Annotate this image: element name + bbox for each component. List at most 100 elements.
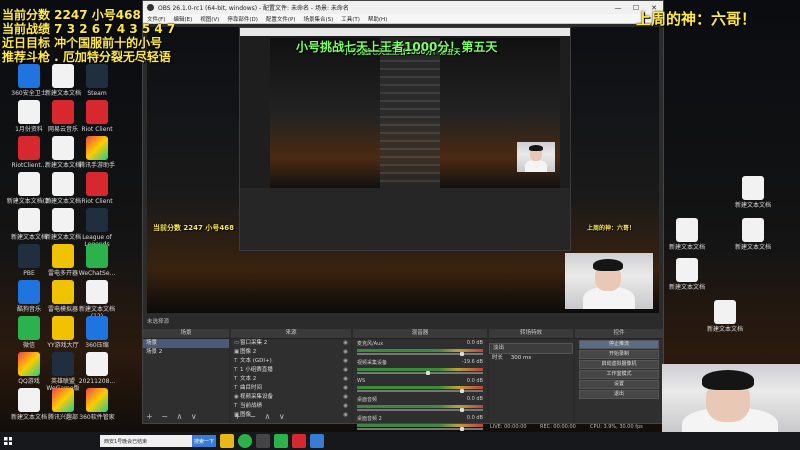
obs-status-cpu: CPU: 3.9%, 30.00 fps [590,424,643,430]
menu-item[interactable]: 配置文件(P) [266,15,296,23]
duration-value[interactable]: 300 ms [511,355,531,361]
netease-taskbar-icon[interactable] [292,434,306,448]
source-item[interactable]: T 当前战绩 ◉ [231,402,351,411]
desktop-icon[interactable]: Riot Client [74,172,120,205]
eye-icon[interactable]: ◉ [343,412,348,419]
obs-preview[interactable]: 当前分数 2247 小号468 上周的神：六哥！ 小号挑战七天上王者1000分！… [147,27,659,313]
shield-icon [18,64,40,88]
slider-handle[interactable] [460,389,465,393]
control-button[interactable]: 设置 [579,380,659,389]
sources-dock[interactable]: 来源 ▭窗口采集 2 ◉ ▣图像 2 ◉ T 文本 (GDI+) ◉ T 1 小组赛直播 ◉ T 文本… [231,329,351,423]
control-button[interactable]: 开始录制 [579,350,659,359]
obs-titlebar[interactable]: OBS 26.1.0-rc1 (64-bit, windows) - 配置文件:… [143,1,663,14]
taskbar-search-button[interactable]: 搜索一下 [192,435,216,447]
slider-handle[interactable] [460,427,465,431]
control-button[interactable]: 启动虚拟摄像机 [579,360,659,369]
eye-icon[interactable]: ◉ [343,385,348,392]
channel-db: 0.0 dB [466,378,483,384]
nested-titlebar [240,28,570,36]
eye-icon[interactable]: ◉ [343,340,348,347]
desktop-icon[interactable]: 新建文本文档 [730,218,776,251]
control-button[interactable]: 停止推流 [579,340,659,349]
transitions-dock[interactable]: 转场特效 淡出 时长 300 ms [489,329,573,423]
controls-dock[interactable]: 控件 停止推流 开始录制 启动虚拟摄像机 工作室模式 设置 退出 [575,329,663,423]
windows-icon [4,437,12,445]
desktop-icon-label: Riot Client [81,198,113,205]
control-button[interactable]: 退出 [579,390,659,399]
app-icon [86,388,108,412]
source-item[interactable]: ▣图像 2 ◉ [231,348,351,357]
volume-slider[interactable] [357,427,483,431]
eye-icon[interactable]: ◉ [343,376,348,383]
wechat-taskbar-icon[interactable] [274,434,288,448]
volume-slider[interactable] [357,371,483,375]
desktop-icon[interactable]: 新建文本文档 [664,218,710,251]
scene-item[interactable]: 场景 2 [143,348,229,357]
transition-select[interactable]: 淡出 [489,343,573,354]
file-explorer-icon[interactable] [220,434,234,448]
desktop-icon[interactable]: League of Legends [74,208,120,248]
desktop-icon[interactable]: 新建文本文档 [702,300,748,333]
wechat-icon [18,316,40,340]
transition-duration[interactable]: 时长 300 ms [489,354,573,363]
desktop-icon[interactable]: WeChatSe... [74,244,120,277]
browser-icon[interactable] [238,434,252,448]
volume-slider[interactable] [357,389,483,393]
doc-icon [714,300,736,324]
menu-item[interactable]: 场景集合(S) [303,15,333,23]
desktop-icon[interactable]: Steam [74,64,120,97]
app-taskbar-icon[interactable] [310,434,324,448]
obs-taskbar-icon[interactable] [256,434,270,448]
taskbar-search-input[interactable]: 西安1号晚会已结束 [100,435,192,447]
scene-tool-buttons[interactable]: + − ∧ ∨ [146,412,200,421]
obs-window[interactable]: OBS 26.1.0-rc1 (64-bit, windows) - 配置文件:… [142,0,664,431]
desktop-icon[interactable]: Riot Client [74,100,120,133]
slider-handle[interactable] [426,371,431,375]
menu-item[interactable]: 停靠部件(D) [227,15,258,23]
eye-icon[interactable]: ◉ [343,403,348,410]
eye-icon[interactable]: ◉ [343,349,348,356]
volume-slider[interactable] [357,408,483,412]
desktop-icon[interactable]: 新建文本文档 [730,176,776,209]
source-tool-buttons[interactable]: + − ∧ ∨ [234,412,288,421]
source-item[interactable]: T 文本 (GDI+) ◉ [231,357,351,366]
zip-icon [86,316,108,340]
desktop-icon[interactable]: 新建文本文档(12) [74,280,120,320]
mixer-channel: 桌面音频 2 0.0 dB [353,414,487,431]
desktop-icon[interactable]: 360软件管家 [74,388,120,421]
scenes-dock[interactable]: 场景 场景 场景 2 + − ∧ ∨ [143,329,229,423]
start-button[interactable] [0,432,16,450]
qq-icon [18,352,40,376]
source-item[interactable]: T1 小组赛直播 ◉ [231,366,351,375]
eye-icon[interactable]: ◉ [343,358,348,365]
scenes-dock-header: 场景 [143,329,229,339]
scene-item[interactable]: 场景 [143,339,229,348]
menu-item[interactable]: 视图(V) [200,15,219,23]
minimize-button[interactable]: — [609,4,627,12]
desktop-icon[interactable]: 360压缩 [74,316,120,349]
eye-icon[interactable]: ◉ [343,394,348,401]
menu-item[interactable]: 编辑(E) [173,15,192,23]
slider-handle[interactable] [460,408,465,412]
sources-dock-header: 来源 [231,329,351,339]
source-item[interactable]: ▭窗口采集 2 ◉ [231,339,351,348]
eye-icon[interactable]: ◉ [343,367,348,374]
control-button[interactable]: 工作室模式 [579,370,659,379]
desktop-icon[interactable]: 腾讯手游助手 [74,136,120,169]
riot-icon [18,136,40,160]
source-item[interactable]: ◉视频采集设备 ◉ [231,393,351,402]
yy-icon [52,316,74,340]
slider-handle[interactable] [460,352,465,356]
volume-slider[interactable] [357,352,483,356]
doc-icon [676,218,698,242]
desktop-icon-label: Steam [87,90,107,97]
menu-item[interactable]: 帮助(H) [368,15,387,23]
ld-icon [52,244,74,268]
mixer-dock[interactable]: 混音器 麦克风/Aux 0.0 dB 视频采集设备 -19.6 dB WS 0.0 dB 桌… [353,329,487,431]
desktop-icon[interactable]: 新建文本文档 [664,258,710,291]
desktop-icon[interactable]: 20211208... [74,352,120,385]
menu-item[interactable]: 工具(T) [341,15,360,23]
channel-name: 视频采集设备 [357,360,388,366]
source-item[interactable]: T 文本 2 ◉ [231,375,351,384]
source-item[interactable]: T 曲目时间 ◉ [231,384,351,393]
